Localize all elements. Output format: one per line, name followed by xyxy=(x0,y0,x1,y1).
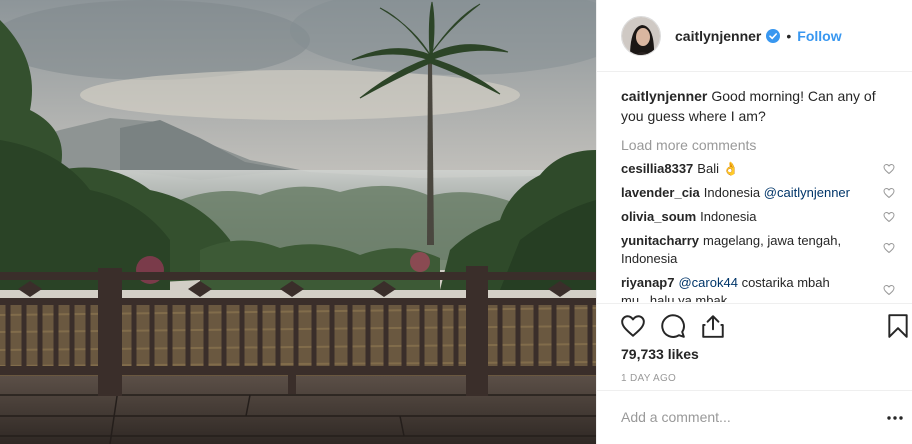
heart-outline-icon[interactable] xyxy=(620,313,646,339)
comment-icon[interactable] xyxy=(660,313,686,339)
load-more-comments-button[interactable]: Load more comments xyxy=(621,136,897,154)
comment-username[interactable]: cesillia8337 xyxy=(621,161,693,176)
comment-like-heart-icon[interactable] xyxy=(883,242,895,254)
comment-like-heart-icon[interactable] xyxy=(883,187,895,199)
post-caption: caitlynjenner Good morning! Can any of yo… xyxy=(621,86,897,126)
comment-username[interactable]: olivia_soum xyxy=(621,209,696,224)
more-options-icon[interactable] xyxy=(887,415,903,421)
comment-username[interactable]: yunitacharry xyxy=(621,233,699,248)
post-view: caitlynjenner • Follow caitlynjenner Good… xyxy=(0,0,912,444)
comment-mention-link[interactable]: @caitlynjenner xyxy=(764,185,850,200)
comment-username[interactable]: lavender_cia xyxy=(621,185,700,200)
comment-like-heart-icon[interactable] xyxy=(883,211,895,223)
likes-count[interactable]: 79,733 likes xyxy=(621,346,699,362)
avatar[interactable] xyxy=(621,15,661,56)
header-username[interactable]: caitlynjenner xyxy=(675,28,761,44)
ok-hand-emoji-icon: 👌 xyxy=(722,161,739,176)
comment-item: yunitacharry magelang, jawa tengah, Indon… xyxy=(621,232,897,268)
action-bar xyxy=(597,303,912,347)
add-comment-input[interactable] xyxy=(621,409,851,425)
verified-badge-icon xyxy=(766,28,781,43)
comments-list[interactable]: caitlynjenner Good morning! Can any of yo… xyxy=(621,86,897,302)
comment-text: Indonesia xyxy=(700,209,757,224)
comment-mention-link[interactable]: @carok44 xyxy=(678,275,737,290)
comment-item: cesillia8337 Bali 👌 xyxy=(621,160,897,178)
photo-scene xyxy=(0,0,596,444)
avatar-image xyxy=(622,16,660,55)
comment-item: olivia_soum Indonesia xyxy=(621,208,897,226)
post-header: caitlynjenner • Follow xyxy=(597,0,912,72)
comment-like-heart-icon[interactable] xyxy=(883,284,895,296)
bookmark-icon[interactable] xyxy=(885,313,911,339)
caption-username[interactable]: caitlynjenner xyxy=(621,88,707,104)
follow-button[interactable]: Follow xyxy=(797,28,841,44)
comment-username[interactable]: riyanap7 xyxy=(621,275,674,290)
add-comment-bar xyxy=(597,390,912,444)
comment-like-heart-icon[interactable] xyxy=(883,163,895,175)
comment-text: Bali xyxy=(697,161,719,176)
header-separator: • xyxy=(786,27,792,44)
comment-item: riyanap7 @carok44 costarika mbah mu...hal… xyxy=(621,274,897,302)
share-icon[interactable] xyxy=(700,313,726,339)
post-side-panel: caitlynjenner • Follow caitlynjenner Good… xyxy=(596,0,912,444)
comment-item: lavender_cia Indonesia @caitlynjenner xyxy=(621,184,897,202)
comment-text: Indonesia xyxy=(703,185,761,200)
post-timestamp[interactable]: 1 DAY AGO xyxy=(621,373,676,384)
post-photo[interactable] xyxy=(0,0,596,444)
